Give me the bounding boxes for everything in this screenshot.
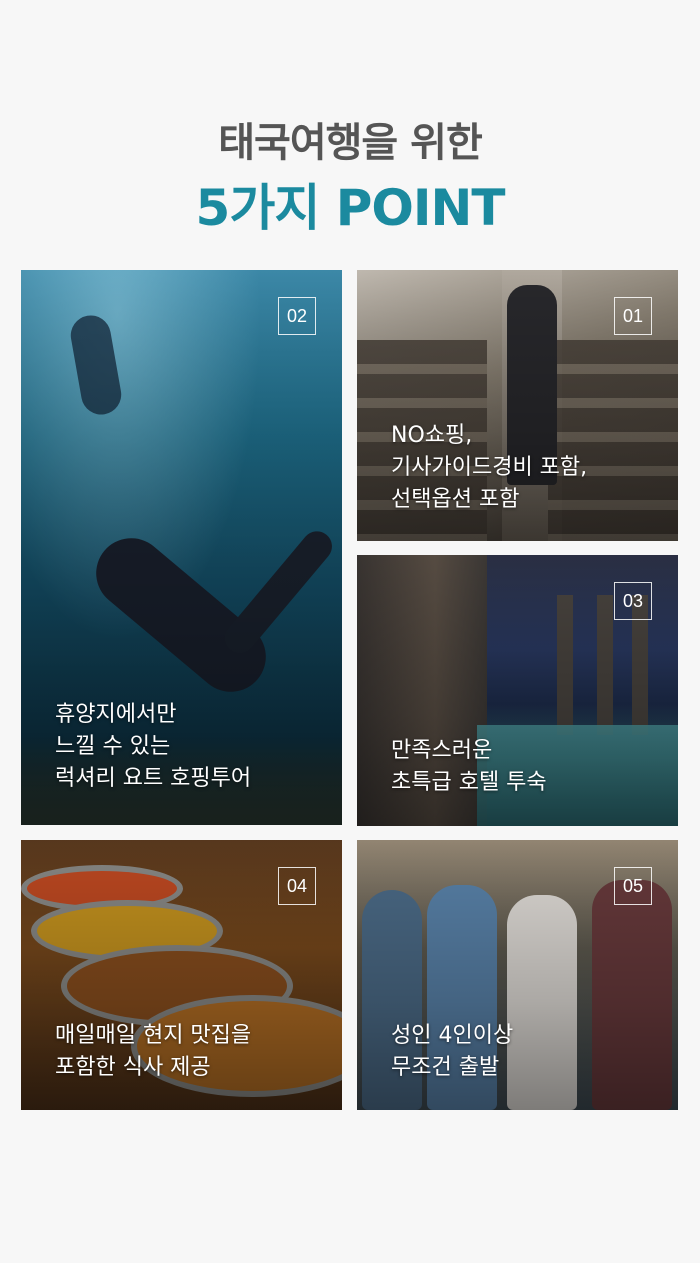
point-number-badge: 01 <box>614 297 652 335</box>
point-card-04: 04 매일매일 현지 맛집을 포함한 식사 제공 <box>21 840 342 1110</box>
point-card-01: 01 NO쇼핑, 기사가이드경비 포함, 선택옵션 포함 <box>357 270 678 541</box>
point-card-02: 02 휴양지에서만 느낄 수 있는 럭셔리 요트 호핑투어 <box>21 270 342 825</box>
caption-line: 기사가이드경비 포함, <box>391 455 588 480</box>
page-title-line2: 5가지 POINT <box>195 179 506 237</box>
point-number-badge: 03 <box>614 582 652 620</box>
page-title-line1: 태국여행을 위한 <box>218 120 483 166</box>
caption-line: 무조건 출발 <box>391 1055 500 1080</box>
caption-line: 선택옵션 포함 <box>391 487 520 512</box>
point-caption: 매일매일 현지 맛집을 포함한 식사 제공 <box>55 1020 251 1084</box>
point-caption: 휴양지에서만 느낄 수 있는 럭셔리 요트 호핑투어 <box>55 699 251 795</box>
point-card-03: 03 만족스러운 초특급 호텔 투숙 <box>357 555 678 826</box>
caption-line: 만족스러운 <box>391 738 493 763</box>
point-card-05: 05 성인 4인이상 무조건 출발 <box>357 840 678 1110</box>
point-caption: 만족스러운 초특급 호텔 투숙 <box>391 735 547 799</box>
caption-line: 매일매일 현지 맛집을 <box>55 1023 252 1048</box>
point-number-badge: 02 <box>278 297 316 335</box>
caption-line: 포함한 식사 제공 <box>55 1055 211 1080</box>
caption-line: 휴양지에서만 <box>55 702 177 727</box>
point-number-badge: 05 <box>614 867 652 905</box>
point-caption: 성인 4인이상 무조건 출발 <box>391 1020 513 1084</box>
caption-line: 성인 4인이상 <box>391 1023 514 1048</box>
point-caption: NO쇼핑, 기사가이드경비 포함, 선택옵션 포함 <box>391 420 587 516</box>
point-number-badge: 04 <box>278 867 316 905</box>
caption-line: 초특급 호텔 투숙 <box>391 770 547 795</box>
caption-line: 느낄 수 있는 <box>55 734 171 759</box>
caption-line: 럭셔리 요트 호핑투어 <box>55 766 252 791</box>
caption-line: NO쇼핑, <box>391 423 473 448</box>
